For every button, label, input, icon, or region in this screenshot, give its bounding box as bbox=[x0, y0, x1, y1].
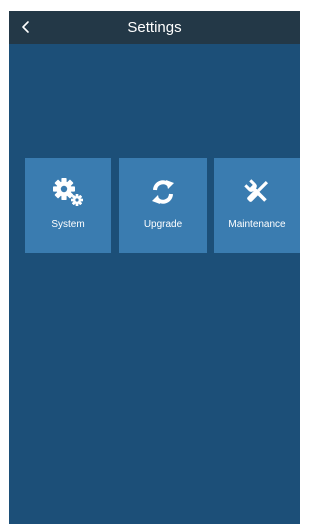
tools-icon bbox=[239, 176, 275, 208]
system-label: System bbox=[51, 219, 85, 230]
gears-icon bbox=[50, 176, 86, 208]
upgrade-label: Upgrade bbox=[143, 219, 183, 230]
settings-screen: Settings System Upgrade Maintenance bbox=[9, 11, 300, 524]
maintenance-tile[interactable]: Maintenance bbox=[214, 158, 300, 253]
refresh-icon bbox=[145, 176, 181, 208]
page-title: Settings bbox=[127, 19, 182, 36]
maintenance-label: Maintenance bbox=[228, 219, 286, 230]
system-tile[interactable]: System bbox=[25, 158, 111, 253]
upgrade-tile[interactable]: Upgrade bbox=[119, 158, 207, 253]
app-header: Settings bbox=[9, 11, 300, 44]
